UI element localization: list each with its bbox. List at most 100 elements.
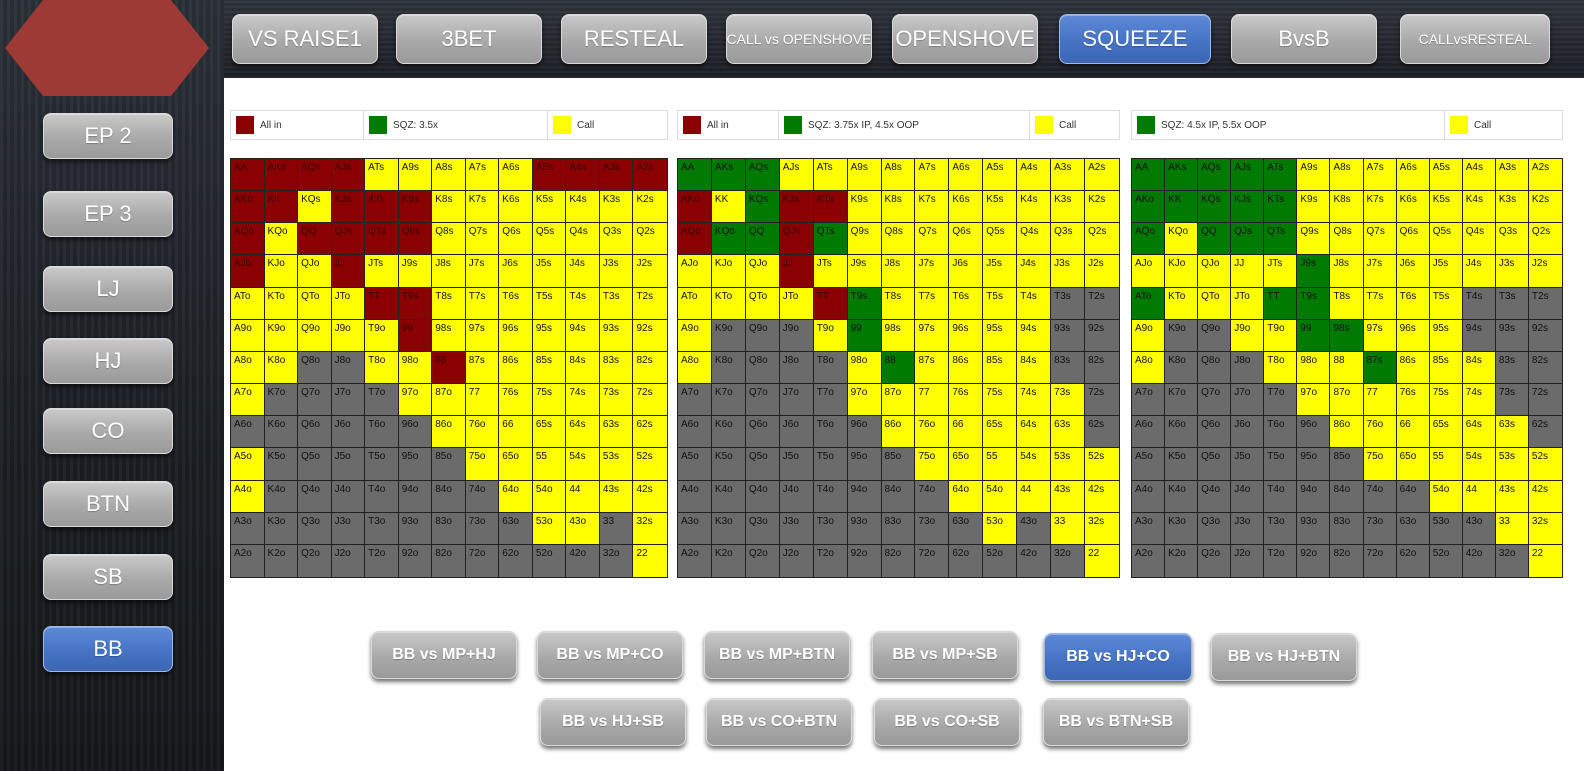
scenario-bb-vs-hj-co[interactable]: BB vs HJ+CO (1044, 633, 1192, 681)
hand-cell: J4o (1231, 480, 1265, 513)
scenario-bb-vs-mp-co[interactable]: BB vs MP+CO (537, 631, 683, 679)
hand-cell: Q7s (465, 223, 500, 256)
hand-cell: KTo (264, 287, 299, 320)
legend-label: SQZ: 3.5x (393, 119, 439, 131)
hand-cell: K6o (1165, 416, 1199, 449)
position-button-ep3[interactable]: EP 3 (43, 191, 173, 237)
hand-cell: KTs (813, 191, 848, 224)
tab-openshove[interactable]: OPENSHOVE (892, 14, 1038, 64)
position-button-lj[interactable]: LJ (43, 266, 173, 312)
hand-cell: J8s (432, 255, 466, 288)
hand-cell: A4s (1017, 159, 1052, 192)
position-button-bb[interactable]: BB (43, 626, 173, 672)
hand-cell: 63s (1495, 416, 1529, 449)
legend-swatch-allin (683, 116, 701, 134)
hand-cell: J5s (1429, 255, 1463, 288)
hand-cell: 43o (1017, 512, 1052, 545)
hand-cell: 84o (432, 480, 466, 513)
position-button-btn[interactable]: BTN (43, 481, 173, 527)
hand-cell: 84s (566, 351, 600, 385)
hand-cell: K6s (949, 191, 984, 224)
hand-cell: AKo (231, 191, 265, 224)
hand-cell: 99 (398, 319, 433, 352)
hand-cell: T6s (499, 287, 533, 320)
hand-cell: Q3s (599, 223, 634, 256)
hand-cell: KTo (711, 287, 746, 320)
hand-cell: JTo (779, 287, 814, 320)
hand-cell: 84o (1330, 480, 1364, 513)
hand-cell: A3s (1051, 159, 1086, 192)
hand-cell: T2o (365, 544, 399, 577)
hand-cell: AJo (1132, 255, 1166, 288)
hand-cell: T2o (813, 544, 848, 577)
tab-call-vs-resteal[interactable]: CALLvsRESTEAL (1400, 14, 1550, 64)
position-button-co[interactable]: CO (43, 408, 173, 454)
hand-cell: QJo (298, 255, 332, 288)
hand-cell: 43o (566, 512, 600, 545)
hand-cell: Q4s (1462, 223, 1496, 256)
hand-cell: 83o (432, 512, 466, 545)
scenario-bb-vs-hj-sb[interactable]: BB vs HJ+SB (540, 698, 686, 746)
hand-cell: T8o (365, 351, 399, 385)
tab-vs-raise1[interactable]: VS RAISE1 (232, 14, 378, 64)
hand-cell: J4s (1017, 255, 1052, 288)
hand-cell: ATo (1132, 287, 1166, 320)
position-button-hj[interactable]: HJ (43, 338, 173, 384)
hand-cell: T2s (1528, 287, 1562, 320)
hand-cell: T8s (881, 287, 916, 320)
hand-cell: 98o (847, 351, 882, 385)
scenario-bb-vs-mp-btn[interactable]: BB vs MP+BTN (704, 631, 850, 679)
hand-cell: K8s (1330, 191, 1364, 224)
hand-cell: 54o (983, 480, 1018, 513)
tab-resteal[interactable]: RESTEAL (561, 14, 707, 64)
tab-bvsb[interactable]: BvsB (1231, 14, 1377, 64)
hand-cell: 62s (1085, 416, 1119, 449)
scenario-bb-vs-co-btn[interactable]: BB vs CO+BTN (706, 698, 852, 746)
hand-cell: AQo (678, 223, 712, 256)
hand-cell: K5s (532, 191, 567, 224)
hand-cell: QTo (745, 287, 780, 320)
hand-cell: JJ (779, 255, 814, 288)
scenario-bb-vs-co-sb[interactable]: BB vs CO+SB (874, 698, 1020, 746)
hand-cell: 22 (633, 544, 667, 577)
tab-squeeze[interactable]: SQUEEZE (1059, 14, 1211, 64)
hand-cell: QQ (298, 223, 332, 256)
hand-cell: ATo (678, 287, 712, 320)
hand-cell: 96s (949, 319, 984, 352)
legend-swatch-sqz (1137, 116, 1155, 134)
scenario-bb-vs-mp-sb[interactable]: BB vs MP+SB (872, 631, 1018, 679)
hand-cell: 95s (532, 319, 567, 352)
hand-cell: 64o (949, 480, 984, 513)
hand-cell: Q3s (1495, 223, 1529, 256)
hand-cell: AA (231, 159, 265, 192)
hand-cell: J5s (983, 255, 1018, 288)
hand-cell: JTo (331, 287, 366, 320)
hand-cell: A7s (915, 159, 950, 192)
hand-cell: 97o (847, 384, 882, 417)
hand-cell: ATo (231, 287, 265, 320)
legend-item: SQZ: 3.5x (364, 111, 548, 139)
hand-cell: Q6o (745, 416, 780, 449)
hand-cell: Q7s (915, 223, 950, 256)
hand-cell: A7o (231, 384, 265, 417)
hand-cell: 64s (1462, 416, 1496, 449)
hand-cell: A3s (599, 159, 634, 192)
hand-cell: 74s (1462, 384, 1496, 417)
hand-cell: T3s (1051, 287, 1086, 320)
tab-call-vs-openshove[interactable]: CALL vs OPENSHOVE (726, 14, 872, 64)
tab-3bet[interactable]: 3BET (396, 14, 542, 64)
hand-cell: A5s (532, 159, 567, 192)
hand-cell: AJs (779, 159, 814, 192)
hand-cell: 97o (398, 384, 433, 417)
hand-cell: A2s (633, 159, 667, 192)
scenario-bb-vs-mp-hj[interactable]: BB vs MP+HJ (371, 631, 517, 679)
hand-cell: A8o (1132, 351, 1166, 385)
hand-cell: J6o (331, 416, 366, 449)
scenario-bb-vs-btn-sb[interactable]: BB vs BTN+SB (1043, 698, 1189, 746)
position-button-sb[interactable]: SB (43, 554, 173, 600)
scenario-bb-vs-hj-btn[interactable]: BB vs HJ+BTN (1211, 633, 1357, 681)
legend-label: Call (1474, 119, 1492, 131)
legend-swatch-call (1035, 116, 1053, 134)
hand-cell: 22 (1085, 544, 1119, 577)
position-button-ep2[interactable]: EP 2 (43, 113, 173, 159)
